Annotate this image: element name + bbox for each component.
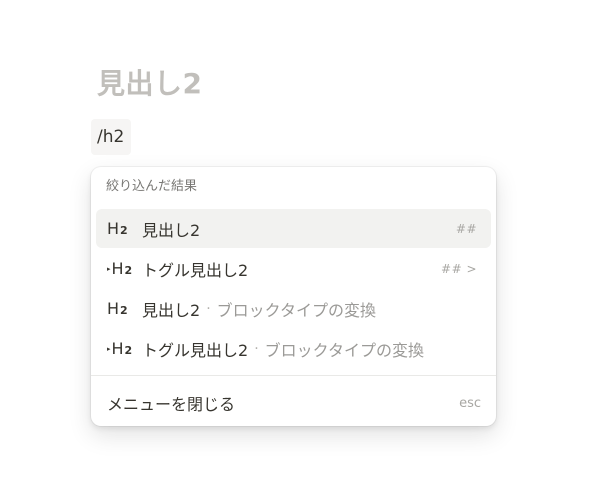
close-menu-shortcut: esc — [459, 395, 481, 411]
heading-2-placeholder[interactable]: 見出し2 — [97, 64, 202, 104]
heading-icon-letter: H — [107, 219, 120, 238]
menu-item-shortcut: ## — [455, 221, 477, 236]
menu-item-shortcut: ## > — [441, 261, 477, 276]
menu-item-label: トグル見出し2 — [142, 260, 249, 280]
close-menu-label: メニューを閉じる — [107, 395, 236, 414]
toggle-triangle-icon: ▸ — [107, 345, 111, 353]
heading-2-icon: H2 — [107, 219, 133, 238]
menu-item-label: 見出し2 — [142, 300, 201, 320]
menu-divider — [91, 375, 496, 376]
close-menu-button[interactable]: メニューを閉じる esc — [96, 385, 491, 421]
menu-item-sublabel: ブロックタイプの変換 — [216, 300, 377, 320]
heading-icon-level: 2 — [120, 304, 128, 317]
toggle-heading-2-icon: ▸ H 2 — [107, 259, 133, 278]
heading-2-icon: H2 — [107, 299, 133, 318]
heading-icon-level: 2 — [124, 264, 133, 277]
menu-item-turn-into-toggle-heading-2[interactable]: ▸ H 2 トグル見出し2 · ブロックタイプの変換 — [96, 329, 491, 368]
menu-item-turn-into-heading-2[interactable]: H2 見出し2 · ブロックタイプの変換 — [96, 289, 491, 328]
menu-item-toggle-heading-2[interactable]: ▸ H 2 トグル見出し2 ## > — [96, 249, 491, 288]
heading-icon-level: 2 — [124, 344, 133, 357]
heading-icon-letter: H — [111, 259, 124, 278]
toggle-triangle-icon: ▸ — [107, 265, 111, 273]
menu-item-separator: · — [206, 300, 211, 317]
slash-command-query[interactable]: /h2 — [91, 119, 132, 155]
menu-item-heading-2[interactable]: H2 見出し2 ## — [96, 209, 491, 248]
heading-icon-level: 2 — [120, 224, 128, 237]
menu-item-sublabel: ブロックタイプの変換 — [264, 340, 425, 360]
slash-command-menu: 絞り込んだ結果 H2 見出し2 ## ▸ H 2 トグル見出し2 ## > H2 見… — [91, 167, 496, 426]
menu-item-label: 見出し2 — [142, 220, 201, 240]
heading-icon-letter: H — [107, 299, 120, 318]
menu-item-separator: · — [254, 340, 259, 357]
toggle-heading-2-icon: ▸ H 2 — [107, 339, 133, 358]
menu-section-title: 絞り込んだ結果 — [106, 179, 198, 194]
heading-icon-letter: H — [111, 339, 124, 358]
menu-item-label: トグル見出し2 — [142, 340, 249, 360]
